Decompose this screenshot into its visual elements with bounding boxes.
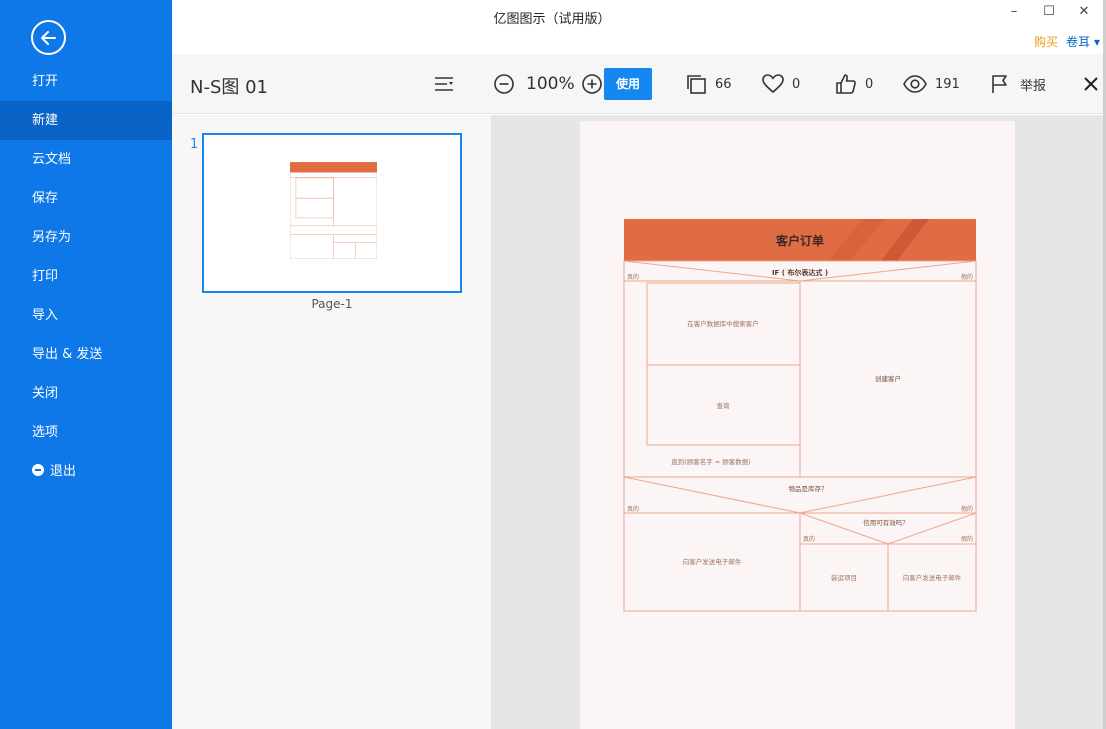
menu-item-export-send[interactable]: 导出 & 发送 [0,335,172,374]
menu-item-cloud-docs[interactable]: 云文档 [0,140,172,179]
menu-item-import[interactable]: 导入 [0,296,172,335]
title-bar: 亿图图示（试用版） – ☐ ✕ 购买 卷耳 ▾ [172,0,1106,52]
menu-item-new[interactable]: 新建 [0,101,172,140]
if-false-label: 假的 [961,273,973,281]
email-customer-step-2: 向客户发送电子邮件 [903,573,962,582]
user-menu[interactable]: 卷耳 ▾ [1066,33,1100,50]
menu-item-print[interactable]: 打印 [0,257,172,296]
minimize-button[interactable]: – [1004,4,1024,19]
canvas-area: 客户订单 IF (布尔表达式) 真的 假的 在客户数据库中搜索客户 查询 直… [491,115,1106,729]
menu-item-exit[interactable]: 退出 [0,452,172,491]
close-preview-button[interactable] [1083,72,1099,96]
ns-diagram: 客户订单 IF (布尔表达式) 真的 假的 在客户数据库中搜索客户 查询 直… [623,219,977,612]
toolbar: N-S图 01 100% 使用 66 0 0 191 举报 [172,54,1106,114]
favorite-count: 0 [792,76,801,92]
create-customer-step: 创建客户 [875,374,901,383]
menu-item-options[interactable]: 选项 [0,413,172,452]
report-button[interactable]: 举报 [990,72,1046,96]
copy-icon [687,75,706,94]
zoom-in-icon [582,74,602,94]
stock-false-label: 假的 [961,505,973,513]
if-condition: IF ( 布尔表达式 ) [772,268,828,277]
zoom-out-icon [494,74,514,94]
until-condition: 直到(顾客名字 = 顾客数据) [671,457,751,466]
credit-false-label: 假的 [961,535,973,543]
email-customer-step: 向客户发送电子邮件 [683,557,742,566]
file-menu: 打开 新建 云文档 保存 另存为 打印 导入 导出 & 发送 关闭 选项 退出 [0,62,172,491]
report-label: 举报 [1020,78,1047,94]
in-stock-condition: 物品是库存？ [789,484,828,493]
query-step: 查询 [717,401,731,410]
page-number: 1 [190,137,199,152]
page-label: Page-1 [311,297,353,311]
credit-true-label: 真的 [803,535,815,543]
exit-icon [32,464,44,476]
close-icon [1084,77,1098,91]
search-db-step: 在客户数据库中搜索客户 [687,319,759,328]
thumbnail-diagram-image [289,162,378,260]
menu-item-save-as[interactable]: 另存为 [0,218,172,257]
document-title: N-S图 01 [190,77,269,98]
stock-true-label: 真的 [627,505,639,513]
maximize-button[interactable]: ☐ [1039,4,1059,19]
view-count: 191 [935,76,960,92]
copy-count: 66 [715,76,732,92]
heart-icon [762,74,784,94]
flag-icon [992,75,1007,93]
favorite-button[interactable]: 0 [762,72,800,96]
like-count: 0 [865,76,874,92]
like-button[interactable]: 0 [835,72,873,96]
credit-condition: 信用可有效吗？ [863,518,909,527]
diagram-title: 客户订单 [775,233,824,248]
thumbnail-preview [289,162,378,260]
menu-item-open[interactable]: 打开 [0,62,172,101]
zoom-level: 100% [526,74,575,94]
page-thumbnail[interactable] [202,133,462,293]
if-true-label: 真的 [627,273,639,281]
copy-count-button[interactable]: 66 [685,72,732,96]
ship-item-step: 装运项目 [831,573,857,582]
menu-item-exit-label: 退出 [50,464,77,479]
list-menu-icon [435,77,453,91]
pages-panel: 1 Page-1 [172,115,491,729]
buy-link[interactable]: 购买 [1034,33,1058,50]
use-button[interactable]: 使用 [604,68,652,100]
thumbs-up-icon [836,74,856,94]
zoom-in-button[interactable] [581,72,603,96]
app-title: 亿图图示（试用版） [493,12,611,27]
sidebar: 打开 新建 云文档 保存 另存为 打印 导入 导出 & 发送 关闭 选项 退出 [0,0,172,729]
zoom-out-button[interactable] [493,72,515,96]
window-close-button[interactable]: ✕ [1074,4,1094,19]
eye-icon [903,75,927,93]
menu-item-save[interactable]: 保存 [0,179,172,218]
back-arrow-icon[interactable] [31,20,66,55]
menu-item-close[interactable]: 关闭 [0,374,172,413]
menu-sort-button[interactable] [434,72,454,96]
views-indicator: 191 [903,72,960,96]
diagram-page: 客户订单 IF (布尔表达式) 真的 假的 在客户数据库中搜索客户 查询 直… [580,121,1015,729]
